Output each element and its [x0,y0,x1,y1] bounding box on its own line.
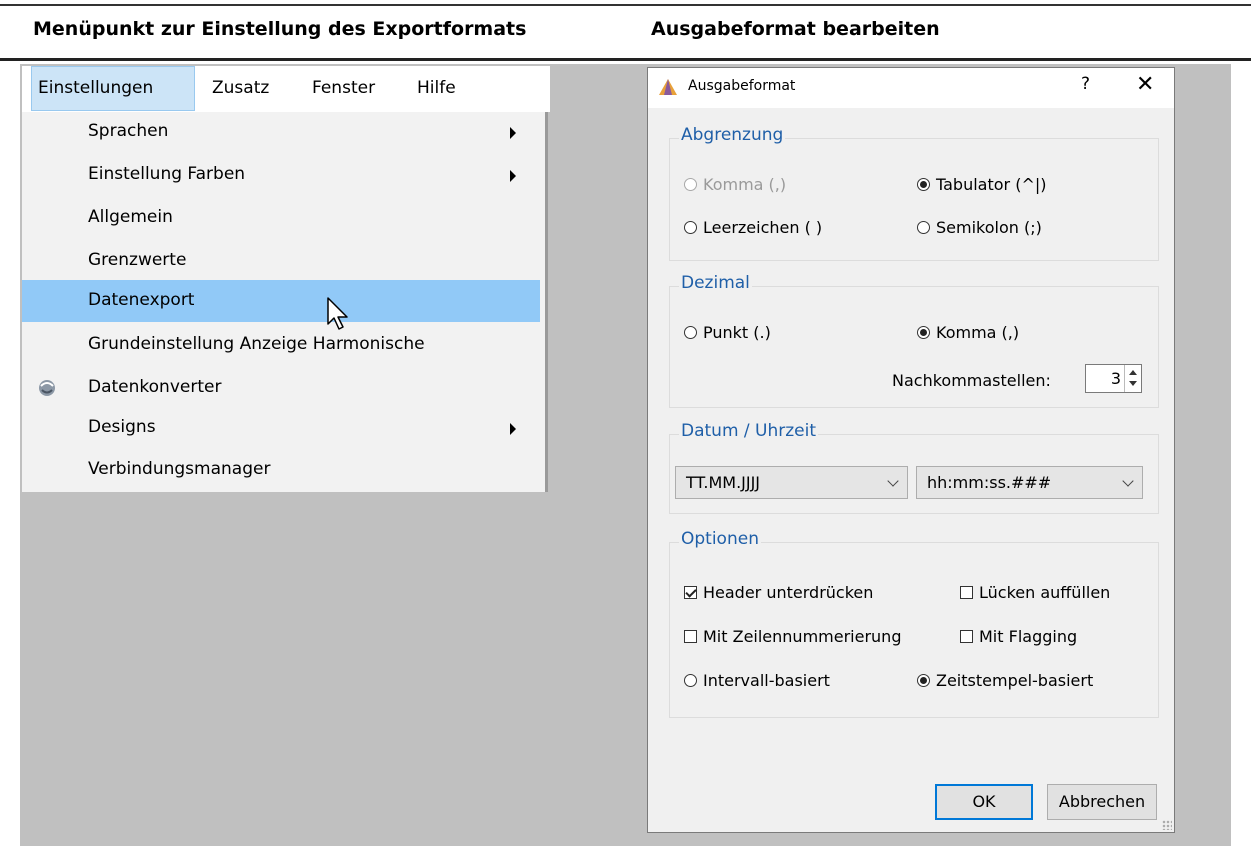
checkbox-indicator [684,630,697,643]
menubar-item-einstellungen[interactable]: Einstellungen [31,66,195,111]
app-logo-icon [659,79,677,95]
radio-label: Komma (,) [936,323,1020,342]
checkbox-indicator [960,586,973,599]
spinbox-value: 3 [1110,369,1121,388]
checkbox-mit-flagging[interactable]: Mit Flagging [960,627,1077,646]
radio-indicator [917,326,930,339]
cancel-button[interactable]: Abbrechen [1047,784,1157,820]
radio-tabulator[interactable]: Tabulator (^|) [917,175,1046,194]
mouse-pointer-icon [327,297,348,330]
heading-right: Ausgabeformat bearbeiten [651,18,940,40]
group-title-abgrenzung: Abgrenzung [679,125,786,145]
spinbox-buttons[interactable] [1124,365,1141,392]
heading-rule [0,58,1251,61]
menu-item-verbindungsmanager[interactable]: Verbindungsmanager [22,450,540,490]
chevron-down-icon [1122,475,1134,487]
menu-item-label: Grenzwerte [88,250,187,270]
menu-item-label: Allgemein [88,207,173,227]
menu-item-label: Sprachen [88,121,169,141]
menu-item-label: Verbindungsmanager [88,459,271,479]
menu-item-label: Designs [88,417,156,437]
menubar-item-zusatz[interactable]: Zusatz [212,66,269,111]
radio-indicator [684,178,697,191]
radio-indicator [917,221,930,234]
radio-indicator [684,326,697,339]
radio-label: Intervall-basiert [703,671,830,690]
spin-down-icon[interactable] [1129,381,1137,386]
combobox-value: hh:mm:ss.### [927,473,1052,492]
resize-grip-icon[interactable] [1162,820,1172,830]
radio-komma-decimal[interactable]: Komma (,) [917,323,1019,342]
menu-item-label: Grundeinstellung Anzeige Harmonische [88,334,425,354]
menu-item-datenkonverter[interactable]: Datenkonverter [22,368,540,408]
menu-item-sprachen[interactable]: Sprachen [22,112,540,152]
ok-button[interactable]: OK [935,784,1033,820]
checkbox-label: Mit Flagging [979,627,1078,646]
time-format-combobox[interactable]: hh:mm:ss.### [916,466,1143,499]
checkbox-zeilennummerierung[interactable]: Mit Zeilennummerierung [684,627,901,646]
radio-komma-delimiter[interactable]: Komma (,) [684,175,786,194]
checkbox-label: Header unterdrücken [703,583,874,602]
radio-indicator [917,178,930,191]
radio-label: Komma (,) [703,175,787,194]
radio-leerzeichen[interactable]: Leerzeichen ( ) [684,218,822,237]
nachkommastellen-label: Nachkommastellen: [892,371,1051,390]
radio-semikolon[interactable]: Semikolon (;) [917,218,1042,237]
checkbox-label: Mit Zeilennummerierung [703,627,902,646]
group-abgrenzung: Abgrenzung Komma (,) Tabulator (^|) Leer… [669,125,1159,261]
checkbox-luecken-auffuellen[interactable]: Lücken auffüllen [960,583,1110,602]
combobox-value: TT.MM.JJJJ [686,473,761,492]
menu-item-einstellung-farben[interactable]: Einstellung Farben [22,155,540,195]
date-format-combobox[interactable]: TT.MM.JJJJ [675,466,908,499]
menu-item-grundeinstellung-anzeige-harmonische[interactable]: Grundeinstellung Anzeige Harmonische [22,325,540,365]
group-title-dezimal: Dezimal [679,273,752,293]
radio-label: Zeitstempel-basiert [936,671,1094,690]
menubar-item-fenster[interactable]: Fenster [312,66,375,111]
menu-item-label: Einstellung Farben [88,164,246,184]
menu-item-designs[interactable]: Designs [22,408,540,448]
radio-indicator [684,221,697,234]
menubar: Einstellungen Zusatz Fenster Hilfe [22,66,550,112]
radio-zeitstempel-basiert[interactable]: Zeitstempel-basiert [917,671,1093,690]
menu-item-label: Datenexport [88,290,195,310]
menu-item-label: Datenkonverter [88,377,222,397]
heading-left: Menüpunkt zur Einstellung des Exportform… [33,18,527,40]
ausgabeformat-dialog: Ausgabeformat ? ✕ Abgrenzung Komma (,) T… [647,67,1175,833]
menu-item-datenexport[interactable]: Datenexport [22,280,540,322]
menubar-item-hilfe[interactable]: Hilfe [417,66,456,111]
group-optionen: Optionen Header unterdrücken Lücken auff… [669,529,1159,718]
radio-indicator [917,674,930,687]
close-icon[interactable]: ✕ [1136,72,1154,97]
radio-label: Leerzeichen ( ) [703,218,823,237]
radio-label: Semikolon (;) [936,218,1042,237]
radio-intervall-basiert[interactable]: Intervall-basiert [684,671,830,690]
checkbox-label: Lücken auffüllen [979,583,1111,602]
checkbox-header-unterdruecken[interactable]: Header unterdrücken [684,583,873,602]
checkbox-indicator [960,630,973,643]
help-button[interactable]: ? [1081,74,1090,94]
radio-punkt[interactable]: Punkt (.) [684,323,771,342]
chevron-down-icon [887,475,899,487]
group-title-optionen: Optionen [679,529,761,549]
group-title-datum: Datum / Uhrzeit [679,421,819,441]
submenu-arrow-icon [510,170,516,182]
dialog-titlebar: Ausgabeformat ? ✕ [648,68,1174,108]
spin-up-icon[interactable] [1129,370,1137,375]
submenu-arrow-icon [510,423,516,435]
radio-indicator [684,674,697,687]
submenu-arrow-icon [510,127,516,139]
top-rule [0,4,1251,6]
converter-icon [39,380,55,396]
checkbox-indicator [684,586,697,599]
nachkommastellen-spinbox[interactable]: 3 [1085,364,1142,393]
menu-item-allgemein[interactable]: Allgemein [22,198,540,238]
radio-label: Tabulator (^|) [936,175,1047,194]
settings-dropdown-menu: Sprachen Einstellung Farben Allgemein Gr… [22,112,548,492]
menu-item-grenzwerte[interactable]: Grenzwerte [22,241,540,281]
dialog-title: Ausgabeformat [688,78,796,94]
radio-label: Punkt (.) [703,323,771,342]
